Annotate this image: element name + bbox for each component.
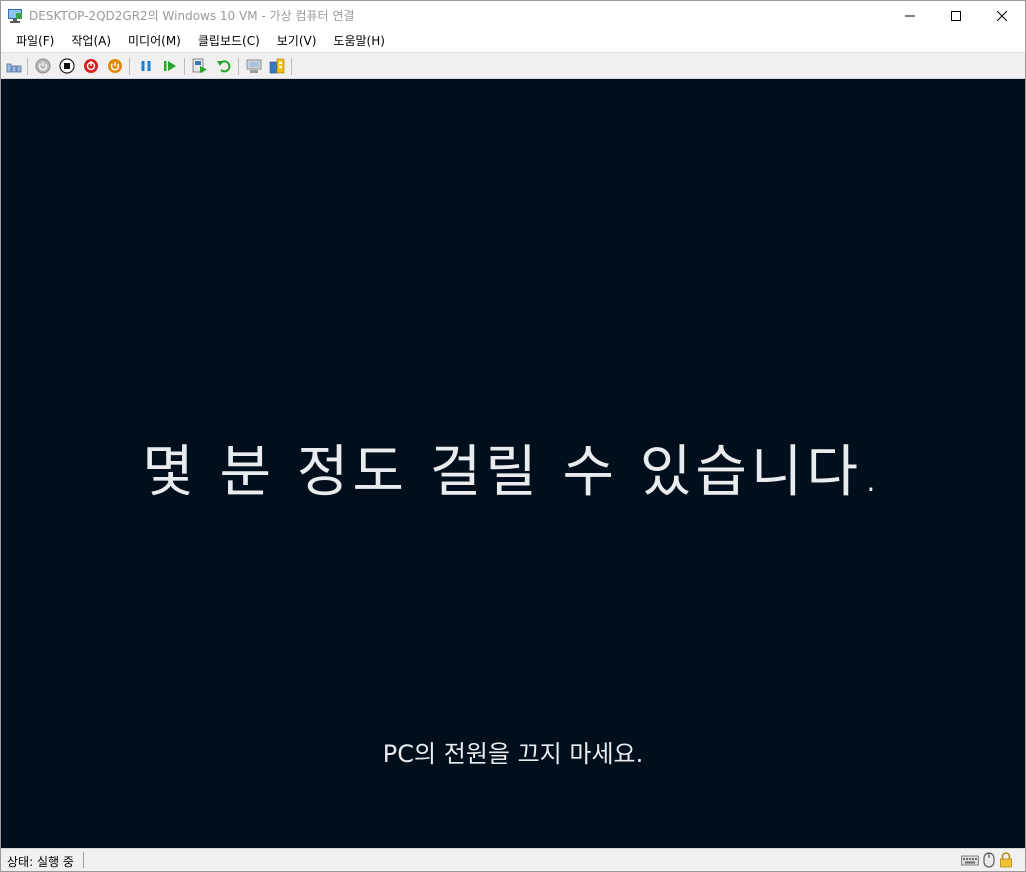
window-title: DESKTOP-2QD2GR2의 Windows 10 VM - 가상 컴퓨터 … [29,9,355,23]
menu-clipboard[interactable]: 클립보드(C) [191,30,269,52]
menu-view[interactable]: 보기(V) [270,30,326,52]
lock-icon [1000,852,1012,868]
share-icon [269,58,285,74]
turn-off-button[interactable] [59,58,75,74]
pause-icon [141,61,151,71]
revert-button[interactable] [216,58,232,74]
status-bar: 상태: 실행 중 [1,848,1025,871]
toolbar-separator [129,58,130,75]
pause-button[interactable] [138,58,154,74]
toolbar-separator [291,58,292,75]
shut-down-icon [84,59,98,73]
ctrl-alt-del-button[interactable] [6,58,22,74]
save-icon [108,59,122,73]
checkpoint-button[interactable] [192,58,208,74]
minimize-button[interactable] [887,1,933,30]
maximize-button[interactable] [933,1,979,30]
close-icon [997,10,1007,21]
menu-media[interactable]: 미디어(M) [121,30,190,52]
menu-file[interactable]: 파일(F) [10,30,63,52]
status-separator [83,852,84,868]
resume-icon [164,61,176,71]
mouse-icon [983,852,995,868]
toolbar-separator [27,58,28,75]
enhanced-session-button[interactable] [246,58,262,74]
vm-connect-app-icon [8,8,22,23]
window-controls [887,1,1025,30]
ctrl-alt-del-icon [6,63,22,73]
toolbar-separator [238,58,239,75]
share-button[interactable] [269,58,285,74]
save-button[interactable] [107,58,123,74]
keyboard-icon [961,855,979,866]
toolbar-separator [184,58,185,75]
start-button[interactable] [35,58,51,74]
maximize-icon [951,10,961,21]
enhanced-session-icon [246,59,262,73]
menu-bar: 파일(F) 작업(A) 미디어(M) 클립보드(C) 보기(V) 도움말(H) [1,30,1025,52]
update-progress-message: 몇 분 정도 걸릴 수 있습니다. [142,440,884,505]
vm-connection-window: DESKTOP-2QD2GR2의 Windows 10 VM - 가상 컴퓨터 … [0,0,1026,872]
toolbar [1,52,1025,79]
shut-down-button[interactable] [83,58,99,74]
minimize-icon [905,15,915,16]
start-icon [35,58,51,74]
resume-button[interactable] [162,58,178,74]
title-bar[interactable]: DESKTOP-2QD2GR2의 Windows 10 VM - 가상 컴퓨터 … [1,1,1025,30]
status-icons [961,852,1013,868]
vm-status: 상태: 실행 중 [7,855,74,869]
power-warning-message: PC의 전원을 끄지 마세요. [382,740,644,768]
turn-off-icon [59,58,75,74]
revert-icon [217,60,231,73]
close-button[interactable] [979,1,1025,30]
checkpoint-icon [192,58,207,73]
vm-display[interactable]: 몇 분 정도 걸릴 수 있습니다. PC의 전원을 끄지 마세요. [1,79,1025,848]
menu-action[interactable]: 작업(A) [64,30,120,52]
menu-help[interactable]: 도움말(H) [326,30,394,52]
